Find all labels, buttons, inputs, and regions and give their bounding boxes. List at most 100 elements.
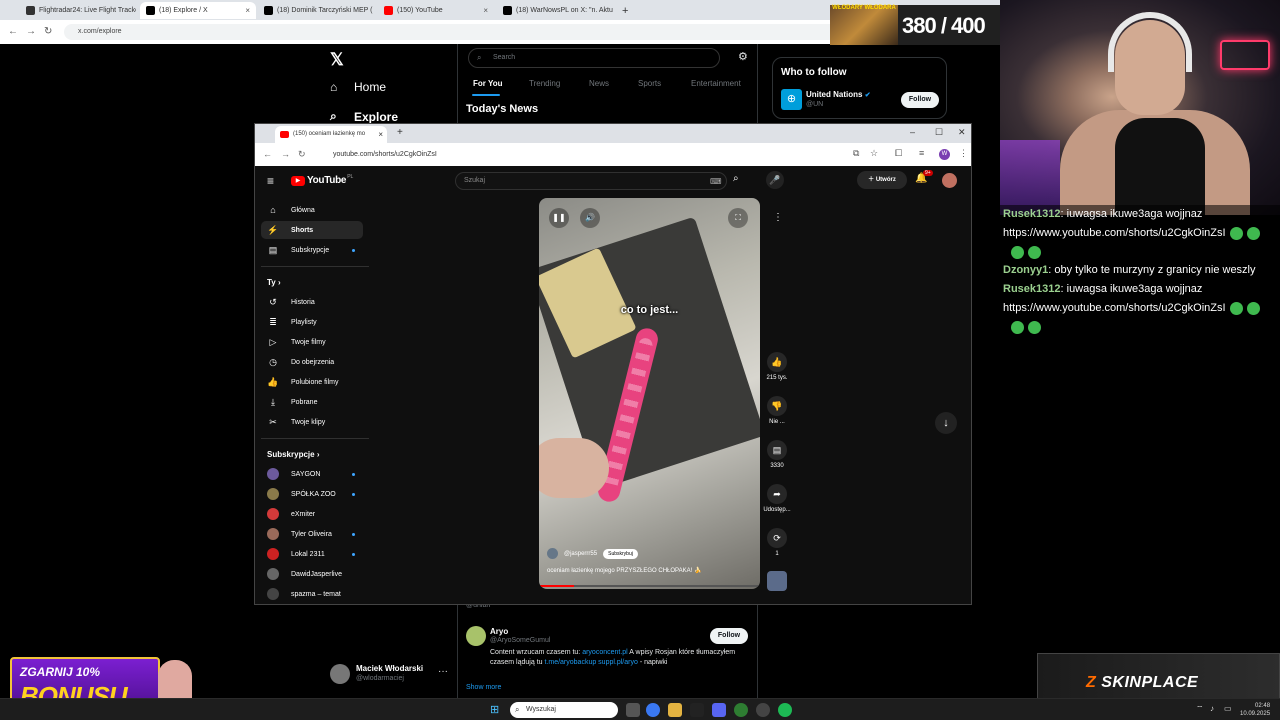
volume-icon[interactable]: 🔊 <box>580 208 600 228</box>
discord-icon[interactable] <box>712 703 726 717</box>
forward-icon[interactable]: → <box>281 149 290 159</box>
avatar[interactable] <box>330 664 350 684</box>
bio-link[interactable]: aryoconcent.pl <box>582 649 628 656</box>
star-icon[interactable]: ☆ <box>870 148 878 159</box>
short-description[interactable]: oceniam łazienkę mojego PRZYSZŁEGO CHŁOP… <box>547 567 701 574</box>
sidebar-item-channel[interactable]: SAYGON <box>261 465 363 483</box>
windows-start-icon[interactable]: ⊞ <box>490 703 499 716</box>
youtube-logo[interactable]: ▶ YouTube PL <box>291 174 353 186</box>
folder-icon[interactable] <box>668 703 682 717</box>
sidebar-item-clips[interactable]: ✂ Twoje klipy <box>261 413 363 431</box>
outer-browser-tab[interactable]: (150) YouTube × <box>378 2 494 19</box>
more-icon[interactable]: ··· <box>438 666 448 677</box>
keyboard-icon[interactable]: ⌨ <box>710 177 722 186</box>
x-search-input[interactable]: ⌕ Search <box>468 48 720 68</box>
nav-explore[interactable]: ⌕ Explore <box>330 109 398 124</box>
sidebar-item-channel[interactable]: Tyler Oliveira <box>261 525 363 543</box>
follow-button[interactable]: Follow <box>901 92 939 108</box>
tab-for-you[interactable]: For You <box>473 79 502 88</box>
app-icon[interactable] <box>690 703 704 717</box>
new-tab-icon[interactable]: + <box>616 2 634 19</box>
close-icon[interactable]: × <box>372 6 374 15</box>
un-avatar[interactable]: ⊕ <box>781 89 802 110</box>
spotify-icon[interactable] <box>778 703 792 717</box>
yt-url-field[interactable]: youtube.com/shorts/u2CgkOinZsI <box>315 147 875 162</box>
sidebar-item-downloads[interactable]: ⤓ Pobrane <box>261 393 363 411</box>
like-button[interactable]: 👍 215 tys. <box>761 352 793 381</box>
sidebar-item-liked[interactable]: 👍 Polubione filmy <box>261 373 363 391</box>
sidebar-item-channel[interactable]: eXmiter <box>261 505 363 523</box>
close-icon[interactable]: × <box>479 6 488 15</box>
search-icon[interactable]: ⌕ <box>733 173 739 184</box>
you-section-header[interactable]: Ty › <box>267 278 281 287</box>
follow-button[interactable]: Follow <box>710 628 748 644</box>
extensions-icon[interactable]: ⧠ <box>895 148 902 159</box>
outer-browser-tab[interactable]: (18) Dominik Tarczyński MEP (× <box>258 2 374 19</box>
show-more-link[interactable]: Show more <box>466 684 501 691</box>
gear-icon[interactable]: ⚙ <box>738 50 748 63</box>
close-icon[interactable]: × <box>378 130 383 139</box>
create-button[interactable]: ＋ Utwórz <box>857 171 907 189</box>
post-author[interactable]: Aryo <box>490 627 508 636</box>
bio-link[interactable]: t.me/aryobackup suppl.pl/aryo <box>544 659 637 666</box>
dislike-button[interactable]: 👎 Nie ... <box>761 396 793 425</box>
microphone-icon[interactable]: 🎤 <box>766 171 784 189</box>
hamburger-icon[interactable]: ≡ <box>267 174 274 188</box>
fullscreen-icon[interactable]: ⛶ <box>728 208 748 228</box>
profile-icon[interactable]: W <box>939 149 950 160</box>
remix-button[interactable]: ⟳ 1 <box>761 528 793 557</box>
wifi-icon[interactable]: ⌔ <box>1196 704 1204 714</box>
avatar[interactable] <box>942 173 957 188</box>
avatar[interactable] <box>466 626 486 646</box>
cast-icon[interactable]: ⧉ <box>853 148 859 159</box>
taskbar-search-input[interactable]: ⌕ Wyszukaj <box>510 702 618 718</box>
sidebar-item-your-videos[interactable]: ▷ Twoje filmy <box>261 333 363 351</box>
sidebar-item-channel[interactable]: DawidJasperlive <box>261 565 363 583</box>
minimize-icon[interactable]: – <box>910 127 915 137</box>
outer-browser-tab[interactable]: Flightradar24: Live Flight Tracke× <box>20 2 136 19</box>
reload-icon[interactable]: ↻ <box>44 26 52 37</box>
outer-browser-tab[interactable]: (18) WarNowsPL on X: "n. Aktu× <box>497 2 613 19</box>
new-tab-icon[interactable]: + <box>397 127 403 138</box>
back-icon[interactable]: ← <box>8 26 18 37</box>
account-name[interactable]: United Nations ✔ <box>806 90 871 99</box>
sidebar-item-history[interactable]: ↺ Historia <box>261 293 363 311</box>
tab-sports[interactable]: Sports <box>638 79 661 88</box>
x-logo[interactable]: 𝕏 <box>330 50 344 70</box>
yt-search-input[interactable]: Szukaj ⌨ <box>455 172 727 190</box>
subscribe-button[interactable]: Subskrybuj <box>603 548 638 559</box>
channel-handle[interactable]: @jasperrr55 <box>564 551 597 557</box>
share-button[interactable]: ➦ Udostęp... <box>761 484 793 513</box>
yt-browser-tab[interactable]: (150) oceniam łazienkę mo × <box>275 126 387 143</box>
account-name[interactable]: Maciek Włodarski <box>356 664 423 673</box>
tab-entertainment[interactable]: Entertainment <box>691 79 741 88</box>
clock[interactable]: 02:48 10.09.2025 <box>1240 702 1270 718</box>
chrome-icon[interactable] <box>646 703 660 717</box>
menu-icon[interactable]: ⋮ <box>959 148 968 159</box>
reload-icon[interactable]: ↻ <box>298 149 306 160</box>
more-options-icon[interactable]: ⋮ <box>773 212 783 223</box>
sound-thumbnail[interactable] <box>767 571 787 591</box>
arrow-down-icon[interactable]: ↓ <box>935 412 957 434</box>
volume-icon[interactable]: ♪ <box>1210 704 1214 713</box>
subscriptions-section-header[interactable]: Subskrypcje › <box>267 450 319 459</box>
short-video-player[interactable]: co to jest... ❚❚ 🔊 ⛶ @jasperrr55 Subskry… <box>539 198 760 589</box>
battery-icon[interactable]: ▭ <box>1224 704 1232 713</box>
forward-icon[interactable]: → <box>26 26 36 37</box>
close-icon[interactable]: × <box>241 6 250 15</box>
comments-button[interactable]: ▤ 3330 <box>761 440 793 469</box>
sidebar-item-subscriptions[interactable]: ▤ Subskrypcje <box>261 241 363 259</box>
tab-trending[interactable]: Trending <box>529 79 560 88</box>
sidebar-item-channel[interactable]: SPÓŁKA ZOO <box>261 485 363 503</box>
outer-url-field[interactable]: x.com/explore <box>64 24 844 40</box>
sidebar-item-channel[interactable]: Lokal 2311 <box>261 545 363 563</box>
media-icon[interactable]: ≡ <box>919 148 924 158</box>
obs-icon[interactable] <box>756 703 770 717</box>
close-window-icon[interactable]: ✕ <box>958 127 966 138</box>
channel-avatar[interactable] <box>547 548 558 559</box>
sidebar-item-playlists[interactable]: ≣ Playlisty <box>261 313 363 331</box>
maximize-icon[interactable]: ☐ <box>935 127 943 138</box>
nav-home[interactable]: ⌂ Home <box>330 80 386 94</box>
sidebar-item-watch-later[interactable]: ◷ Do obejrzenia <box>261 353 363 371</box>
task-view-icon[interactable] <box>626 703 640 717</box>
